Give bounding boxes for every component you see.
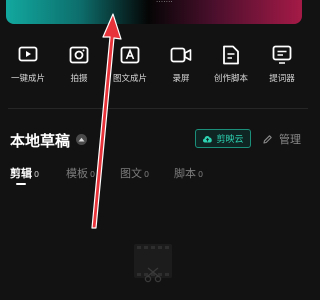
tool-teleprompter[interactable]: 提词器 bbox=[258, 44, 306, 84]
tab-label: 剪辑 bbox=[10, 167, 32, 180]
caret-up-icon[interactable] bbox=[76, 134, 87, 145]
empty-drafts-icon bbox=[128, 240, 178, 284]
tab-count: 0 bbox=[198, 170, 204, 179]
tool-label: 拍摄 bbox=[70, 74, 88, 84]
tool-label: 图文成片 bbox=[112, 74, 147, 84]
play-icon bbox=[17, 44, 39, 66]
cloud-button-label: 剪映云 bbox=[216, 135, 244, 145]
tab-count: 0 bbox=[90, 170, 96, 179]
draft-tabs: 剪辑 0 模板 0 图文 0 脚本 0 bbox=[10, 165, 310, 193]
tool-create-script[interactable]: 创作脚本 bbox=[207, 44, 255, 84]
tool-shoot[interactable]: 拍摄 bbox=[55, 44, 103, 84]
tab-label: 图文 bbox=[120, 167, 142, 180]
tab-count: 0 bbox=[144, 170, 150, 179]
manage-button[interactable]: 管理 bbox=[262, 131, 301, 147]
banner[interactable]: ······· bbox=[6, 0, 302, 24]
cloud-button[interactable]: 剪映云 bbox=[195, 129, 251, 148]
tab-active-indicator bbox=[16, 183, 26, 185]
local-drafts-title: 本地草稿 bbox=[10, 132, 71, 150]
tool-label: 一键成片 bbox=[10, 74, 45, 84]
manage-label: 管理 bbox=[279, 133, 301, 146]
tool-label: 录屏 bbox=[172, 74, 190, 84]
banner-caption: ······· bbox=[156, 0, 173, 6]
tool-label: 创作脚本 bbox=[213, 74, 248, 84]
tab-label: 模板 bbox=[66, 167, 88, 180]
tab-edit[interactable]: 剪辑 0 bbox=[10, 165, 39, 181]
tool-image-text-video[interactable]: 图文成片 bbox=[106, 44, 154, 84]
tab-script[interactable]: 脚本 0 bbox=[174, 165, 203, 181]
tab-template[interactable]: 模板 0 bbox=[66, 165, 95, 181]
camera-icon bbox=[68, 44, 90, 66]
divider bbox=[8, 108, 308, 109]
tab-image-text[interactable]: 图文 0 bbox=[120, 165, 149, 181]
teleprompter-icon bbox=[271, 44, 293, 66]
cloud-icon bbox=[203, 136, 213, 143]
image-text-icon bbox=[119, 44, 141, 66]
script-icon bbox=[220, 44, 242, 66]
tab-label: 脚本 bbox=[174, 167, 196, 180]
edit-icon bbox=[263, 134, 272, 144]
video-record-icon bbox=[170, 44, 192, 66]
tool-screen-record[interactable]: 录屏 bbox=[157, 44, 205, 84]
toolbar-shortcuts: 一键成片 拍摄 图文成片 录屏 创作脚本 提词器 bbox=[0, 44, 318, 94]
tool-label: 提词器 bbox=[269, 74, 295, 84]
tool-one-click-video[interactable]: 一键成片 bbox=[4, 44, 52, 84]
tab-count: 0 bbox=[34, 170, 40, 179]
